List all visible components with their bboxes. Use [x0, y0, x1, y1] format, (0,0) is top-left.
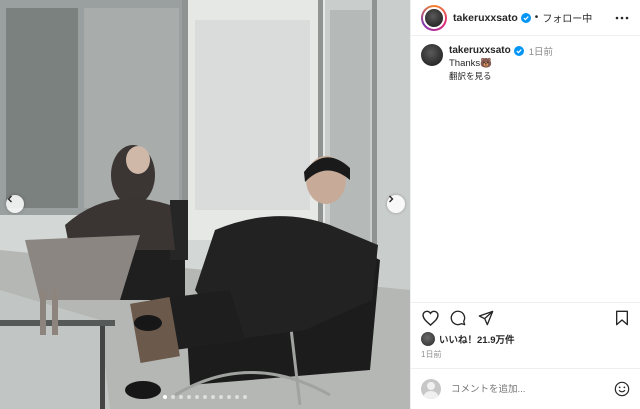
carousel-dot: [243, 395, 247, 399]
comment-bar: [411, 368, 640, 409]
author-username[interactable]: takeruxxsato: [453, 12, 518, 24]
carousel-dot: [219, 395, 223, 399]
emoji-icon: [614, 381, 630, 397]
carousel-dot: [211, 395, 215, 399]
chevron-left-icon: [7, 195, 12, 203]
author-avatar[interactable]: [421, 4, 447, 31]
likes-count[interactable]: いいね！21.9万件: [439, 332, 515, 346]
verified-badge-icon: [513, 45, 524, 56]
likes-summary[interactable]: いいね！21.9万件: [421, 332, 515, 346]
carousel-dot: [235, 395, 239, 399]
share-button[interactable]: [477, 309, 495, 327]
carousel-prev-button[interactable]: [6, 195, 24, 213]
liker-avatar: [421, 332, 435, 346]
caption-time: 1日前: [528, 46, 553, 58]
verified-badge-icon: [520, 12, 531, 23]
more-dots-icon: [615, 16, 629, 19]
like-button[interactable]: [421, 309, 439, 327]
post-actions: [411, 302, 640, 332]
heart-icon: [421, 310, 439, 326]
photo-scene: [0, 0, 410, 409]
comment-input[interactable]: [451, 383, 591, 395]
save-button[interactable]: [613, 309, 631, 327]
carousel-next-button[interactable]: [387, 195, 405, 213]
carousel-dot: [187, 395, 191, 399]
carousel-indicator: [0, 395, 410, 399]
header-separator: •: [534, 12, 539, 23]
caption-avatar[interactable]: [421, 44, 443, 66]
chevron-right-icon: [389, 195, 394, 203]
carousel-dot: [163, 395, 167, 399]
post-caption: takeruxxsato 1日前 Thanks🐻 翻訳を見る: [411, 36, 640, 82]
carousel-dot: [203, 395, 207, 399]
bookmark-icon: [616, 310, 628, 325]
carousel-dot: [179, 395, 183, 399]
post-photo[interactable]: [0, 0, 410, 409]
see-translation-link[interactable]: 翻訳を見る: [449, 70, 553, 82]
more-options-button[interactable]: [614, 10, 630, 26]
emoji-button[interactable]: [613, 380, 631, 398]
current-user-avatar: [421, 379, 441, 399]
post-timestamp: 1日前: [421, 350, 442, 359]
post-header: takeruxxsato • フォロー中: [411, 0, 640, 36]
carousel-dot: [171, 395, 175, 399]
caption-text: Thanks🐻: [449, 58, 492, 69]
carousel-dot: [195, 395, 199, 399]
post-side-panel: takeruxxsato • フォロー中 takeruxxsato 1日前 Th…: [410, 0, 640, 409]
caption-username[interactable]: takeruxxsato: [449, 45, 511, 56]
following-button[interactable]: フォロー中: [542, 10, 592, 25]
comment-icon: [450, 310, 466, 325]
send-icon: [478, 310, 494, 325]
comment-button[interactable]: [449, 309, 467, 327]
carousel-dot: [227, 395, 231, 399]
